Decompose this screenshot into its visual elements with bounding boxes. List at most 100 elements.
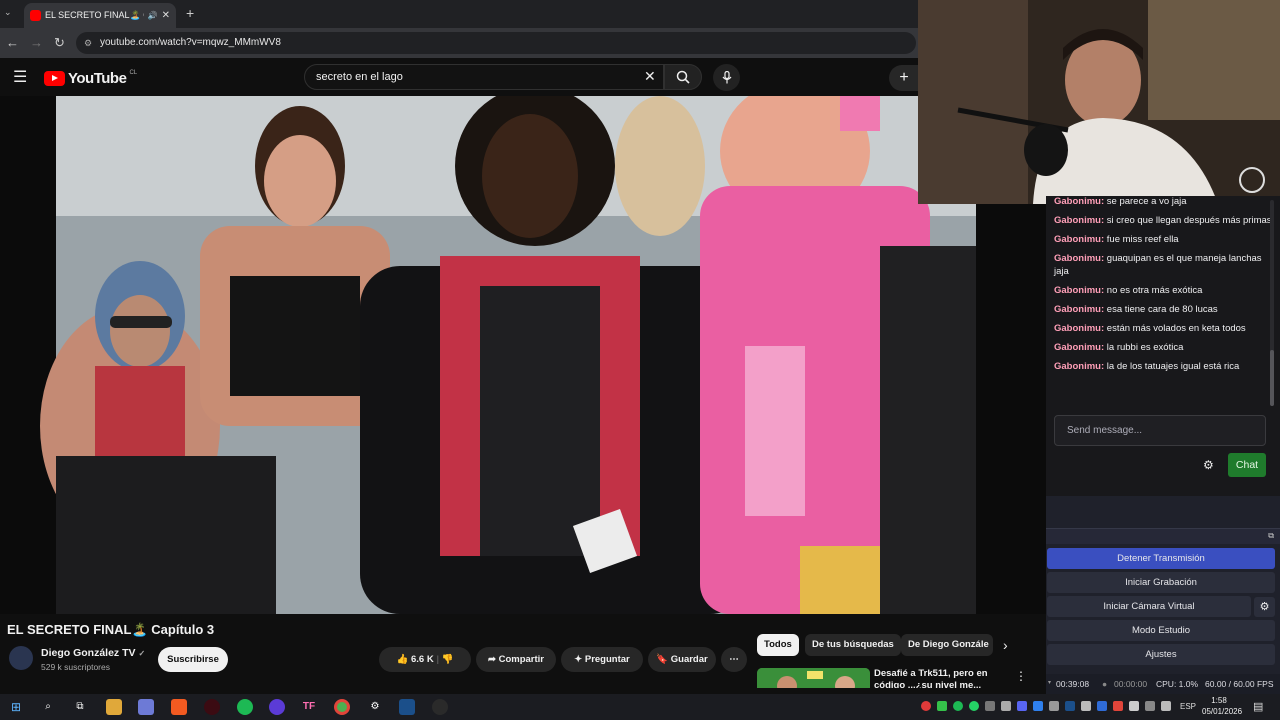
site-info-icon[interactable]: ⚙ (84, 32, 92, 54)
chat-scrollbar[interactable] (1270, 200, 1274, 406)
voice-search-button[interactable] (713, 64, 740, 91)
windows-start-icon[interactable]: ⊞ (8, 699, 24, 715)
tray-app2-icon[interactable] (985, 701, 995, 711)
tray-play-icon[interactable] (937, 701, 947, 711)
tray-app-icon[interactable] (921, 701, 931, 711)
video-player[interactable] (0, 96, 1046, 614)
stop-streaming-button[interactable]: Detener Transmisión (1047, 548, 1275, 569)
taskbar-clock[interactable]: 1:58 05/01/2026 (1202, 695, 1243, 717)
language-indicator[interactable]: ESP (1180, 702, 1196, 711)
chip-from-searches[interactable]: De tus búsquedas (805, 634, 901, 656)
youtube-logo[interactable]: YouTube CL (44, 70, 137, 87)
tray-network-icon[interactable] (1145, 701, 1155, 711)
settings-button[interactable]: Ajustes (1047, 644, 1275, 665)
ask-label: Preguntar (584, 654, 630, 665)
channel-avatar[interactable] (9, 646, 33, 670)
hamburger-menu-icon[interactable]: ☰ (13, 67, 27, 87)
send-message-input[interactable]: Send message... (1054, 415, 1266, 446)
chrome-icon[interactable] (334, 699, 350, 715)
virtual-camera-settings-gear-icon[interactable]: ⚙ (1254, 597, 1275, 617)
microsoft-store-icon[interactable] (138, 699, 154, 715)
record-time: 00:00:00 (1114, 679, 1148, 689)
chat-panel: Gabonimu: se parece a vo jaja Gabonimu: … (1046, 196, 1280, 410)
chat-settings-gear-icon[interactable]: ⚙ (1203, 458, 1214, 472)
like-dislike-group: 👍 6.6 K | 👎 (379, 647, 471, 672)
tray-app5-icon[interactable] (1049, 701, 1059, 711)
subscribe-button[interactable]: Suscribirse (158, 647, 228, 672)
clear-search-icon[interactable]: ✕ (644, 68, 656, 85)
studio-mode-button[interactable]: Modo Estudio (1047, 620, 1275, 641)
new-tab-button[interactable]: + (186, 5, 194, 21)
clock-date: 05/01/2026 (1202, 707, 1243, 716)
share-button[interactable]: ➦ Compartir (476, 647, 556, 672)
tray-bluetooth-icon[interactable] (1097, 701, 1107, 711)
taskbar-search-icon[interactable]: ⌕ (40, 699, 56, 715)
video-frame-image (0, 96, 1046, 614)
like-button[interactable]: 👍 6.6 K (397, 654, 434, 665)
steam-icon[interactable] (399, 699, 415, 715)
back-button[interactable]: ← (6, 35, 19, 50)
tray-volume-icon[interactable] (1161, 701, 1171, 711)
notifications-icon[interactable]: ▤ (1253, 700, 1263, 713)
youtube-favicon-icon (30, 10, 41, 21)
tf-app-icon[interactable]: TF (301, 699, 317, 715)
tray-app3-icon[interactable] (1001, 701, 1011, 711)
chat-message: Gabonimu: no es otra más exótica (1054, 285, 1203, 296)
chip-todos[interactable]: Todos (757, 634, 799, 656)
dislike-button[interactable]: 👎 (442, 654, 454, 665)
start-recording-button[interactable]: Iniciar Grabación (1047, 572, 1275, 593)
save-label: Guardar (670, 654, 708, 665)
thumbs-up-icon: 👍 (396, 654, 409, 665)
file-explorer-icon[interactable] (106, 699, 122, 715)
start-virtual-camera-button[interactable]: Iniciar Cámara Virtual (1047, 596, 1251, 617)
app-icon[interactable] (204, 699, 220, 715)
tray-app7-icon[interactable] (1113, 701, 1123, 711)
ask-button[interactable]: ✦ Preguntar (561, 647, 643, 672)
tray-app6-icon[interactable] (1081, 701, 1091, 711)
tray-steam-icon[interactable] (1065, 701, 1075, 711)
channel-name[interactable]: Diego González TV ✓ (41, 647, 145, 659)
thumbs-down-icon: 👎 (441, 654, 454, 665)
like-count: 6.6 K (410, 654, 434, 665)
dock-float-icon[interactable]: ⧉ (1268, 531, 1274, 541)
tray-app4-icon[interactable] (1033, 701, 1043, 711)
spotify-icon[interactable] (237, 699, 253, 715)
speaker-icon[interactable]: 🔊 (148, 11, 158, 20)
tab-search-dropdown-icon[interactable]: ⌄ (4, 7, 12, 18)
url-field[interactable]: ⚙ youtube.com/watch?v=mqwz_MMmWV8 (76, 32, 916, 54)
save-button[interactable]: 🔖 Guardar (648, 647, 716, 672)
app-circle-icon[interactable] (269, 699, 285, 715)
tray-discord-icon[interactable] (1017, 701, 1027, 711)
youtube-play-icon (44, 71, 65, 86)
brave-browser-icon[interactable] (171, 699, 187, 715)
tray-app8-icon[interactable] (1129, 701, 1139, 711)
chip-from-channel[interactable]: De Diego Gonzále (901, 634, 993, 656)
obs-icon[interactable] (432, 699, 448, 715)
tray-spotify-icon[interactable] (953, 701, 963, 711)
search-input[interactable]: secreto en el lago (304, 64, 664, 90)
search-button[interactable] (664, 64, 702, 90)
fps-readout: 60.00 / 60.00 FPS (1205, 679, 1274, 689)
chat-message: Gabonimu: si creo que llegan después más… (1054, 215, 1272, 226)
forward-button[interactable]: → (30, 35, 43, 50)
chat-message: Gabonimu: se parece a vo jaja (1054, 196, 1187, 207)
record-indicator-icon: ● (1102, 679, 1108, 689)
tray-whatsapp-icon[interactable] (969, 701, 979, 711)
cpu-usage: CPU: 1.0% (1156, 679, 1199, 689)
recommendation-more-icon[interactable]: ⋮ (1015, 669, 1027, 683)
more-actions-button[interactable]: ⋯ (721, 647, 747, 672)
task-view-icon[interactable]: ⧉ (72, 699, 88, 715)
subscriber-count: 529 k suscriptores (41, 662, 110, 672)
chevron-right-icon[interactable]: › (1003, 637, 1008, 653)
settings-gear-icon[interactable]: ⚙ (367, 699, 383, 715)
chat-message: Gabonimu: guaquipan es el que maneja lan… (1054, 253, 1262, 277)
browser-tab-active[interactable]: EL SECRETO FINAL🏝️ Capítulo 3 🔊 ✕ (24, 3, 176, 28)
chat-scrollbar-thumb[interactable] (1270, 350, 1274, 406)
create-button[interactable]: + (889, 65, 919, 91)
close-tab-icon[interactable]: ✕ (162, 10, 170, 21)
webcam-image (918, 0, 1280, 204)
scroll-down-icon: ▾ (1048, 680, 1052, 686)
chat-send-button[interactable]: Chat (1228, 453, 1266, 477)
microphone-icon (722, 70, 731, 84)
reload-button[interactable]: ↻ (54, 35, 65, 51)
